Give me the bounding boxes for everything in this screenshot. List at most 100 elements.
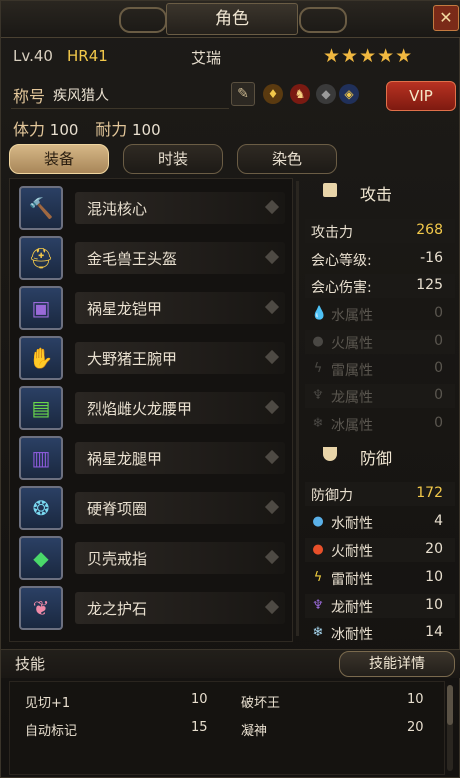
vip-button[interactable]: VIP xyxy=(386,81,456,111)
stamina-endurance-row: 体力 100 耐力 100 xyxy=(13,116,173,140)
title-ornament-left xyxy=(119,7,167,33)
equip-slot-legs[interactable]: ▥ 祸星龙腿甲 xyxy=(19,436,287,480)
stat-row-dragon-res: ♆ 龙耐性 10 xyxy=(305,594,455,618)
equipment-scroll-divider xyxy=(296,181,299,636)
pencil-icon: ✎ xyxy=(237,86,249,102)
stat-value: 268 xyxy=(416,222,443,238)
rank-badge-icon[interactable]: ♦ xyxy=(263,84,283,104)
edit-title-button[interactable]: ✎ xyxy=(231,82,255,106)
skill-name: 凝神 xyxy=(241,724,268,739)
title-value: 疾风猎人 xyxy=(53,88,109,104)
equip-slot-arms[interactable]: ✋ 大野猪王腕甲 xyxy=(19,336,287,380)
stat-row-fire-res: ● 火耐性 20 xyxy=(305,538,455,562)
skill-value: 15 xyxy=(191,720,208,735)
stat-value: 125 xyxy=(416,277,443,293)
stat-row-ice-attr: ❄ 冰属性 0 xyxy=(305,412,455,436)
endurance-value: 100 xyxy=(132,121,161,139)
player-name: 艾瑞 xyxy=(191,49,222,67)
equip-slot-necklace[interactable]: ❂ 硬脊项圈 xyxy=(19,486,287,530)
equip-name: 贝壳戒指 xyxy=(87,550,148,568)
equip-name: 祸星龙腿甲 xyxy=(87,450,163,468)
stat-row-ice-res: ❄ 冰耐性 14 xyxy=(305,621,455,645)
skill-name: 见切+1 xyxy=(25,696,71,711)
character-window: 角色 ✕ Lv.40 HR41 艾瑞 ★★★★★ 称号 疾风猎人 ✎ ♦ ♞ ◆… xyxy=(0,0,460,778)
equip-slot-head[interactable]: ⛑ 金毛兽王头盔 xyxy=(19,236,287,280)
stamina-value: 100 xyxy=(49,121,79,139)
tab-dye[interactable]: 染色 xyxy=(237,144,337,174)
equip-slot-waist[interactable]: ▤ 烈焰雌火龙腰甲 xyxy=(19,386,287,430)
stat-label: 防御力 xyxy=(311,488,353,504)
stat-row-attack: 攻击力 268 xyxy=(305,219,455,243)
close-button[interactable]: ✕ xyxy=(433,5,459,31)
stat-value: 10 xyxy=(425,597,443,613)
stat-row-defense: 防御力 172 xyxy=(305,482,455,506)
stat-label: 攻击力 xyxy=(311,225,353,241)
stat-label: 会心伤害: xyxy=(311,280,372,296)
skill-value: 10 xyxy=(191,692,208,707)
skills-title: 技能 xyxy=(15,655,46,673)
skill-name: 自动标记 xyxy=(25,724,78,739)
equip-name: 龙之护石 xyxy=(87,600,148,618)
equip-slot-ring[interactable]: ◆ 贝壳戒指 xyxy=(19,536,287,580)
warrior-badge-icon[interactable]: ♞ xyxy=(290,84,310,104)
stat-label: 冰属性 xyxy=(331,418,373,434)
stat-label: 龙耐性 xyxy=(331,600,373,616)
stat-value: 172 xyxy=(416,485,443,501)
gem-badge-icon[interactable]: ◈ xyxy=(339,84,359,104)
skills-scrollbar[interactable] xyxy=(447,685,453,771)
attack-flag-icon xyxy=(323,183,337,197)
equip-name: 硬脊项圈 xyxy=(87,500,148,518)
tab-fashion[interactable]: 时装 xyxy=(123,144,223,174)
hammer-weapon-icon: 🔨 xyxy=(19,186,63,230)
tab-equipment[interactable]: 装备 xyxy=(9,144,109,174)
stat-value: 14 xyxy=(425,624,443,640)
equip-name: 大野猪王腕甲 xyxy=(87,350,178,368)
stat-value: 0 xyxy=(434,415,443,431)
stat-value: -16 xyxy=(420,250,443,266)
endurance-label: 耐力 xyxy=(95,120,128,139)
stat-value: 10 xyxy=(425,569,443,585)
stat-label: 龙属性 xyxy=(331,390,373,406)
skill-value: 10 xyxy=(407,692,424,707)
equip-name: 混沌核心 xyxy=(87,200,148,218)
thunder-icon: ϟ xyxy=(313,570,323,585)
stat-row-fire-attr: ● 火属性 0 xyxy=(305,330,455,354)
stat-value: 0 xyxy=(434,360,443,376)
ice-icon: ❄ xyxy=(312,416,324,431)
stamina-label: 体力 xyxy=(13,120,46,139)
stat-label: 火耐性 xyxy=(331,544,373,560)
stat-label: 冰耐性 xyxy=(331,627,373,643)
equip-slot-chest[interactable]: ▣ 祸星龙铠甲 xyxy=(19,286,287,330)
necklace-icon: ❂ xyxy=(19,486,63,530)
stat-row-thunder-res: ϟ 雷耐性 10 xyxy=(305,566,455,590)
attack-title: 攻击 xyxy=(360,185,393,204)
helmet-icon: ⛑ xyxy=(19,236,63,280)
title-bar: 角色 ✕ xyxy=(1,1,460,38)
dragon-icon: ♆ xyxy=(312,598,324,613)
attack-section-header: 攻击 xyxy=(305,179,455,205)
stat-label: 火属性 xyxy=(331,336,373,352)
diamond-badge-icon[interactable]: ◆ xyxy=(316,84,336,104)
ring-gem-icon: ◆ xyxy=(19,536,63,580)
equip-slot-talisman[interactable]: ❦ 龙之护石 xyxy=(19,586,287,630)
stat-label: 雷耐性 xyxy=(331,572,373,588)
chest-armor-icon: ▣ xyxy=(19,286,63,330)
stat-row-crit-level: 会心等级: -16 xyxy=(305,247,455,271)
ice-icon: ❄ xyxy=(312,625,324,640)
defense-title: 防御 xyxy=(360,449,393,468)
stat-value: 0 xyxy=(434,387,443,403)
shield-icon xyxy=(323,447,337,461)
title-label: 称号 xyxy=(13,87,46,106)
stat-row-water-attr: 💧 水属性 0 xyxy=(305,302,455,326)
stat-value: 20 xyxy=(425,541,443,557)
defense-section-header: 防御 xyxy=(305,443,455,469)
water-drop-icon: 💧 xyxy=(311,306,328,321)
title-ornament-right xyxy=(299,7,347,33)
skill-details-button[interactable]: 技能详情 xyxy=(339,651,455,677)
equip-name: 祸星龙铠甲 xyxy=(87,300,163,318)
water-drop-icon: ● xyxy=(312,514,324,529)
equip-name: 金毛兽王头盔 xyxy=(87,250,178,268)
fire-icon: ● xyxy=(312,334,324,349)
gauntlet-icon: ✋ xyxy=(19,336,63,380)
equip-slot-weapon[interactable]: 🔨 混沌核心 xyxy=(19,186,287,230)
